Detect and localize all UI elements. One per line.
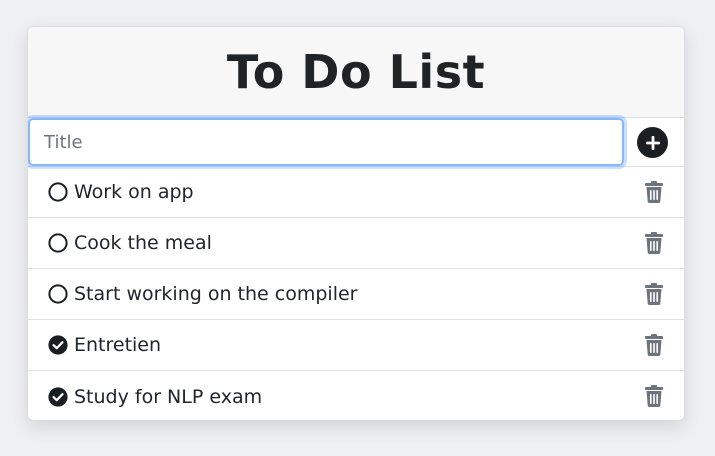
- trash-icon[interactable]: [644, 385, 664, 407]
- todo-list: Work on app Cook the meal Start working …: [28, 167, 684, 420]
- todo-card: To Do List Work on app: [27, 26, 685, 421]
- todo-item: Entretien: [28, 320, 684, 371]
- plus-icon: [645, 135, 660, 150]
- check-circle-icon[interactable]: [48, 386, 68, 407]
- add-button[interactable]: [637, 127, 668, 158]
- todo-item: Work on app: [28, 167, 684, 218]
- unchecked-circle-icon[interactable]: [48, 182, 68, 202]
- todo-text: Start working on the compiler: [74, 283, 358, 305]
- todo-item: Start working on the compiler: [28, 269, 684, 320]
- card-header: To Do List: [28, 27, 684, 118]
- todo-text: Study for NLP exam: [74, 385, 263, 408]
- add-todo-row: [28, 115, 684, 169]
- todo-text: Cook the meal: [74, 232, 212, 254]
- check-circle-icon[interactable]: [48, 335, 68, 355]
- unchecked-circle-icon[interactable]: [48, 233, 68, 253]
- page-title: To Do List: [226, 45, 486, 99]
- trash-icon[interactable]: [644, 232, 664, 254]
- trash-icon[interactable]: [644, 334, 664, 356]
- todo-text: Work on app: [74, 181, 194, 203]
- trash-icon[interactable]: [644, 283, 664, 305]
- trash-icon[interactable]: [644, 181, 664, 203]
- unchecked-circle-icon[interactable]: [48, 284, 68, 304]
- todo-text: Entretien: [74, 334, 162, 356]
- todo-item: Cook the meal: [28, 218, 684, 269]
- todo-item: Study for NLP exam: [28, 371, 684, 420]
- title-input[interactable]: [28, 115, 627, 169]
